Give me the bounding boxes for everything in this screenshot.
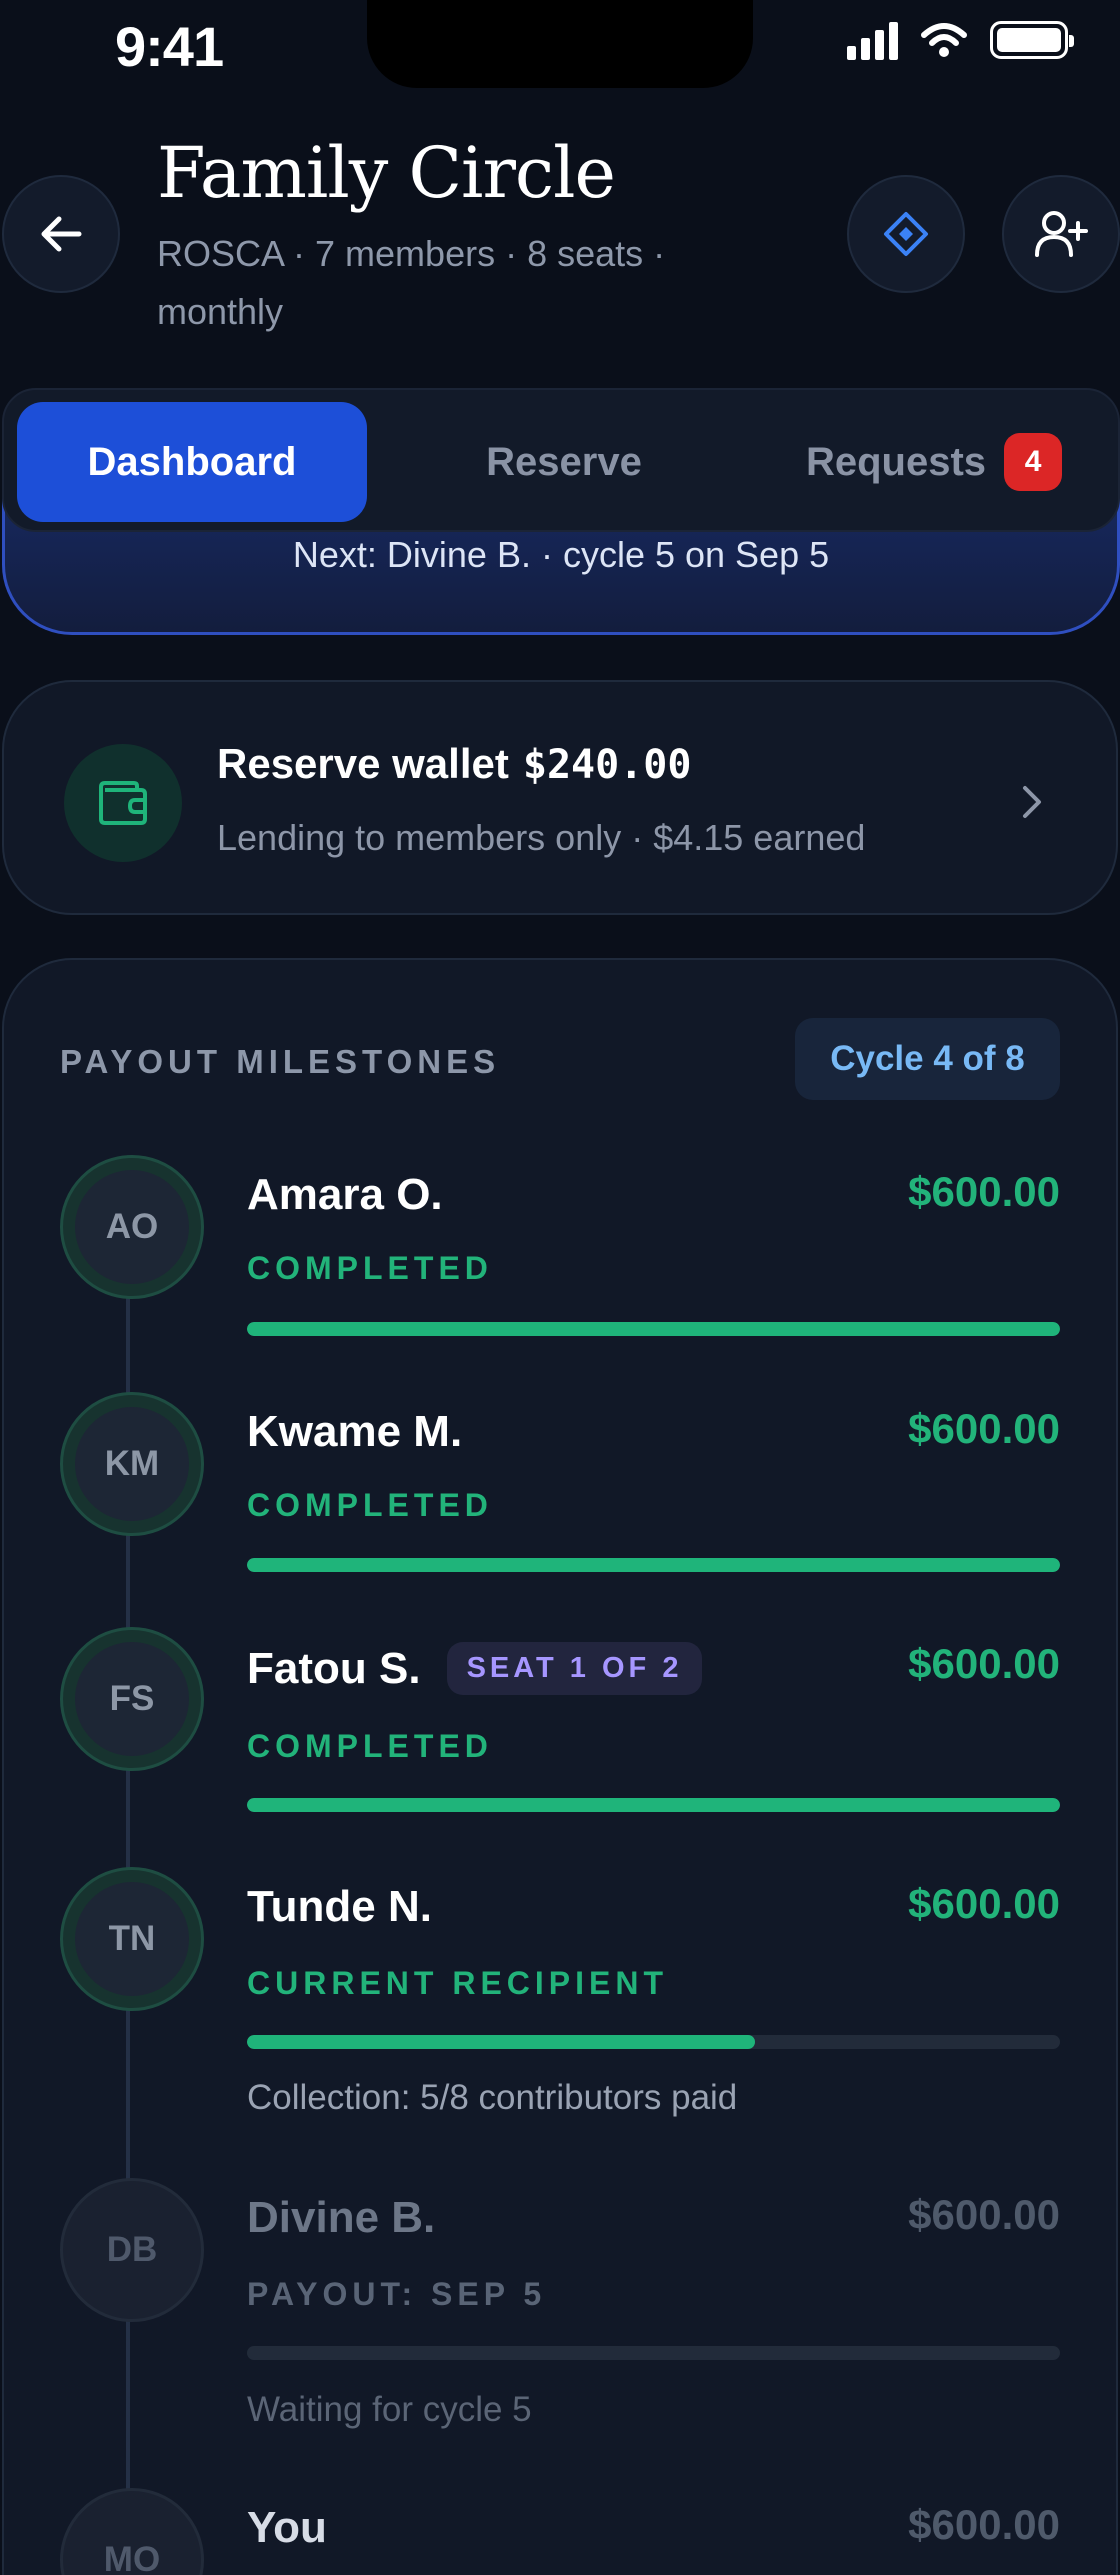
avatar: FS — [60, 1627, 204, 1771]
avatar: TN — [60, 1867, 204, 2011]
diamond-icon — [884, 212, 928, 256]
back-button[interactable] — [2, 175, 120, 293]
payout-amount: $600.00 — [908, 1640, 1060, 1687]
wallet-icon — [64, 744, 182, 862]
avatar: DB — [60, 2178, 204, 2322]
tab-requests[interactable]: Requests 4 — [764, 402, 1104, 522]
user-plus-icon — [1035, 211, 1088, 257]
reserve-wallet-card[interactable]: Reserve wallet $240.00 Lending to members… — [2, 680, 1118, 915]
wallet-balance: $240.00 — [522, 742, 692, 788]
cycle-chip: Cycle 4 of 8 — [795, 1018, 1060, 1100]
wallet-title: Reserve wallet — [217, 740, 509, 787]
chain-button[interactable] — [847, 175, 965, 293]
collection-note: Collection: 5/8 contributors paid — [247, 2078, 738, 2117]
payout-status: CURRENT RECIPIENT — [247, 1965, 669, 2001]
page-subtitle: ROSCA · 7 members · 8 seats · monthly — [157, 233, 666, 332]
avatar: AO — [60, 1155, 204, 1299]
progress-bar — [247, 1798, 1060, 1812]
waiting-note: Waiting for cycle 5 — [247, 2390, 532, 2429]
member-name: Tunde N. — [247, 1882, 432, 1931]
member-name: Kwame M. — [247, 1407, 463, 1456]
progress-bar — [247, 1322, 1060, 1336]
cellular-signal-icon — [847, 20, 898, 60]
status-icons — [847, 20, 1074, 60]
payout-amount: $600.00 — [908, 2501, 1060, 2548]
chevron-right-icon — [1023, 786, 1041, 818]
member-name-row: Fatou S. SEAT 1 OF 2 — [247, 1642, 703, 1695]
section-label: PAYOUT MILESTONES — [60, 1043, 501, 1080]
payout-status: COMPLETED — [247, 1250, 493, 1286]
wallet-title-row: Reserve wallet $240.00 — [217, 740, 691, 788]
battery-icon — [990, 21, 1074, 59]
member-name: Amara O. — [247, 1170, 443, 1219]
wifi-icon — [921, 23, 967, 57]
tab-requests-label: Requests — [805, 439, 987, 484]
add-member-button[interactable] — [1002, 175, 1120, 293]
progress-bar — [247, 2035, 1060, 2049]
wallet-subtitle: Lending to members only · $4.15 earned — [217, 817, 866, 858]
tab-reserve[interactable]: Reserve — [394, 402, 734, 522]
payout-amount: $600.00 — [908, 1405, 1060, 1452]
status-bar: 9:41 — [0, 0, 1120, 90]
status-time: 9:41 — [115, 15, 224, 78]
requests-count-badge: 4 — [1004, 433, 1063, 491]
member-name: Fatou S. — [247, 1644, 421, 1693]
payout-status: COMPLETED — [247, 1487, 493, 1523]
page-title: Family Circle — [157, 132, 616, 214]
progress-bar — [247, 2346, 1060, 2360]
member-name: Divine B. — [247, 2193, 436, 2242]
camera-notch — [367, 0, 753, 88]
tab-bar: Dashboard Reserve Requests 4 — [2, 388, 1120, 532]
payout-amount: $600.00 — [908, 2191, 1060, 2238]
member-name: You — [247, 2503, 327, 2552]
payout-status: PAYOUT: SEP 5 — [247, 2276, 547, 2312]
payout-amount: $600.00 — [908, 1880, 1060, 1927]
tab-dashboard[interactable]: Dashboard — [17, 402, 367, 522]
seat-chip: SEAT 1 OF 2 — [446, 1642, 703, 1695]
arrow-left-icon — [41, 216, 82, 252]
payout-status: COMPLETED — [247, 1728, 493, 1764]
avatar: KM — [60, 1392, 204, 1536]
next-payout-text: Next: Divine B. · cycle 5 on Sep 5 — [292, 534, 830, 575]
payout-amount: $600.00 — [908, 1168, 1060, 1215]
progress-bar — [247, 1558, 1060, 1572]
